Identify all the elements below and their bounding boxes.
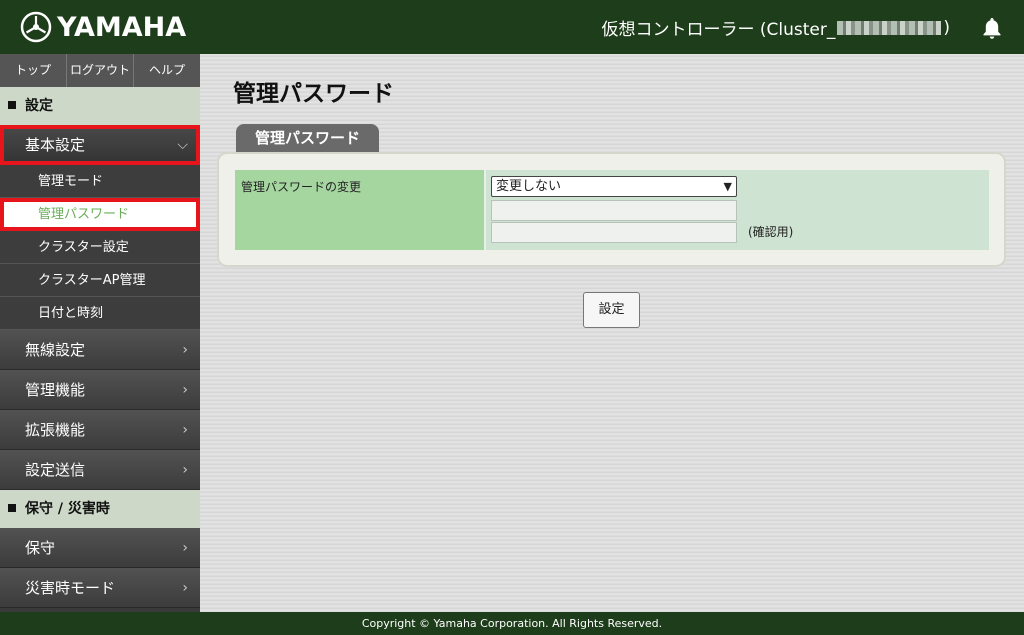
main-content: 管理パスワード 管理パスワード 管理パスワードの変更 変更しない ▼ (確認用)… [200, 54, 1024, 612]
settings-panel: 管理パスワードの変更 変更しない ▼ (確認用) [217, 152, 1006, 267]
sidebar-item-management[interactable]: 管理機能 › [0, 370, 200, 410]
sidebar-item-label: 設定送信 [25, 461, 86, 479]
sidebar-subitem-admin-password[interactable]: 管理パスワード [0, 198, 200, 231]
sidebar-item-basic-settings[interactable]: 基本設定 ⌵ [0, 125, 200, 165]
nav-help-link[interactable]: ヘルプ [134, 54, 200, 87]
sidebar-item-extensions[interactable]: 拡張機能 › [0, 410, 200, 450]
sidebar-subitem-date-time[interactable]: 日付と時刻 [0, 297, 200, 330]
controller-name: 仮想コントローラー (Cluster_ ) [601, 15, 950, 41]
nav-top-link[interactable]: トップ [0, 54, 67, 87]
sidebar-item-maintenance[interactable]: 保守 › [0, 528, 200, 568]
sidebar-item-send-settings[interactable]: 設定送信 › [0, 450, 200, 490]
sidebar-item-label: 無線設定 [25, 341, 86, 359]
sidebar-subitem-cluster-ap[interactable]: クラスターAP管理 [0, 264, 200, 297]
section-maintenance: 保守 / 災害時 [0, 490, 200, 528]
sidebar-item-label: 保守 [25, 539, 56, 557]
sidebar-item-label: 基本設定 [25, 136, 86, 154]
app-header: YAMAHA 仮想コントローラー (Cluster_ ) [0, 0, 1024, 54]
square-bullet-icon [8, 504, 16, 512]
top-nav: トップ ログアウト ヘルプ [0, 54, 200, 87]
yamaha-logo[interactable]: YAMAHA [20, 10, 186, 44]
sidebar-item-label: 管理機能 [25, 381, 86, 399]
redacted-cluster-id [837, 20, 942, 35]
chevron-right-icon: › [182, 382, 188, 398]
footer-copyright: Copyright © Yamaha Corporation. All Righ… [0, 612, 1024, 635]
chevron-right-icon: › [182, 540, 188, 556]
select-value: 変更しない [496, 179, 562, 194]
chevron-right-icon: › [182, 422, 188, 438]
section-settings: 設定 [0, 87, 200, 125]
bell-icon[interactable] [980, 16, 1004, 40]
controller-label: 仮想コントローラー (Cluster_ [601, 20, 836, 40]
sidebar-item-disaster-mode[interactable]: 災害時モード › [0, 568, 200, 608]
sidebar-item-wireless[interactable]: 無線設定 › [0, 330, 200, 370]
sidebar-item-label: 災害時モード [25, 579, 116, 597]
sidebar: トップ ログアウト ヘルプ 設定 基本設定 ⌵ 管理モード 管理パスワード クラ… [0, 54, 200, 612]
page-title: 管理パスワード [233, 81, 394, 107]
password-change-select[interactable]: 変更しない ▼ [491, 176, 737, 197]
controller-suffix: ) [943, 17, 950, 38]
row-label: 管理パスワードの変更 [235, 170, 484, 250]
section-settings-label: 設定 [25, 98, 53, 114]
row-value: 変更しない ▼ (確認用) [484, 170, 989, 250]
nav-logout-link[interactable]: ログアウト [67, 54, 134, 87]
sidebar-item-label: 拡張機能 [25, 421, 86, 439]
confirm-password-input[interactable] [491, 222, 737, 243]
chevron-right-icon: › [182, 342, 188, 358]
chevron-down-icon: ⌵ [177, 137, 188, 153]
form-row-password: 管理パスワードの変更 変更しない ▼ (確認用) [235, 170, 989, 250]
chevron-down-icon: ▼ [723, 180, 732, 193]
chevron-right-icon: › [182, 580, 188, 596]
sidebar-subitem-cluster-settings[interactable]: クラスター設定 [0, 231, 200, 264]
sidebar-subitem-admin-mode[interactable]: 管理モード [0, 165, 200, 198]
submit-button[interactable]: 設定 [583, 292, 640, 328]
new-password-input[interactable] [491, 200, 737, 221]
square-bullet-icon [8, 101, 16, 109]
chevron-right-icon: › [182, 462, 188, 478]
logo-text: YAMAHA [57, 11, 187, 43]
confirm-label: (確認用) [748, 225, 794, 239]
yamaha-tuning-fork-icon [20, 11, 52, 43]
tab-admin-password: 管理パスワード [236, 124, 379, 153]
section-maintenance-label: 保守 / 災害時 [25, 501, 110, 517]
